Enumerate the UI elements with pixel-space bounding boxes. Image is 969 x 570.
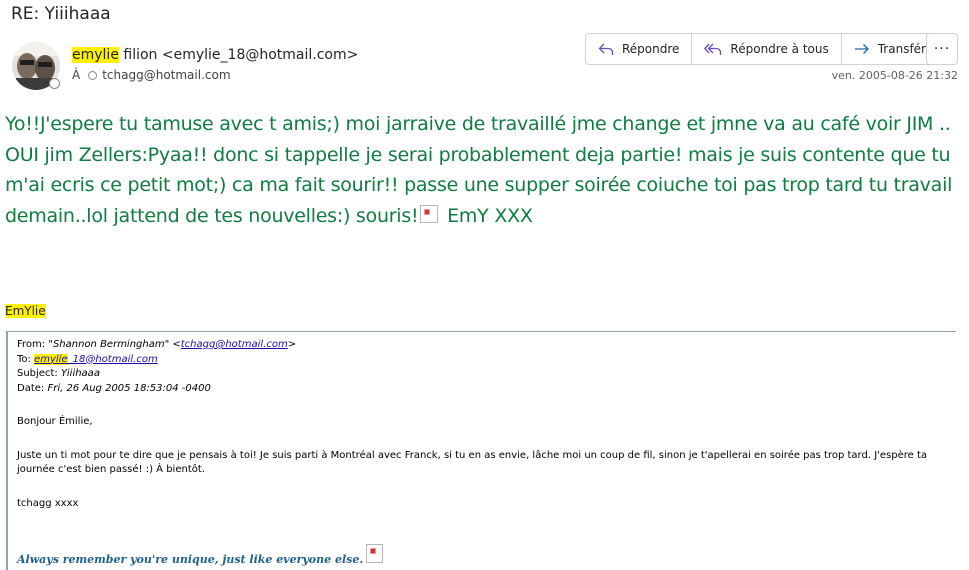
sender-first-name: emylie (72, 47, 119, 63)
reply-button[interactable]: Répondre (586, 34, 693, 64)
email-reading-pane: RE: Yiiihaaa emylie filion <emylie_18@ho… (0, 0, 969, 570)
quoted-date-value: Fri, 26 Aug 2005 18:53:04 -0400 (47, 382, 211, 394)
quoted-to-highlight: emylie (34, 353, 68, 365)
more-actions-button[interactable]: ··· (926, 33, 958, 65)
quoted-from-email-link[interactable]: tchagg@hotmail.com (181, 339, 288, 350)
reply-all-label: Répondre à tous (730, 42, 829, 56)
presence-indicator (49, 78, 60, 89)
quoted-date-row: Date: Fri, 26 Aug 2005 18:53:04 -0400 (17, 382, 952, 397)
quoted-to-rest: _18@hotmail.com (67, 353, 158, 365)
quoted-subject-row: Subject: Yiiihaaa (17, 367, 952, 382)
sender-line[interactable]: emylie filion <emylie_18@hotmail.com> (72, 47, 358, 63)
recipient-presence-icon (88, 70, 98, 80)
quoted-from-name: "Shannon Bermingham" < (48, 339, 181, 350)
quoted-motto: Always remember you're unique, just like… (17, 553, 364, 566)
quoted-greeting: Bonjour Émilie, (17, 416, 93, 427)
broken-image-icon (420, 204, 439, 223)
quoted-to-email-link[interactable]: emylie_18@hotmail.com (34, 353, 158, 365)
quoted-from-label: From: (17, 339, 46, 350)
recipient-address[interactable]: tchagg@hotmail.com (102, 68, 230, 82)
message-body: Yo!!J'espere tu tamuse avec t amis;) moi… (5, 109, 960, 231)
to-label: À (72, 68, 81, 82)
body-closing: EmY XXX (447, 204, 533, 227)
message-actions: Répondre Répondre à tous Transférer (585, 33, 952, 65)
quoted-message: From: "Shannon Bermingham" <tchagg@hotma… (6, 331, 956, 570)
forward-icon (854, 44, 869, 54)
reply-all-icon (704, 43, 722, 55)
reply-icon (598, 43, 614, 55)
quoted-from-row: From: "Shannon Bermingham" <tchagg@hotma… (17, 338, 952, 353)
received-date: ven. 2005-08-26 21:32 (831, 69, 958, 82)
signature: EmYlie (5, 304, 46, 318)
quoted-subject-label: Subject: (17, 368, 58, 379)
recipient-row: À tchagg@hotmail.com (72, 68, 231, 82)
quoted-to-label: To: (17, 353, 31, 365)
broken-image-icon (366, 544, 384, 563)
quoted-date-label: Date: (17, 382, 45, 394)
quoted-subject-value: Yiiihaaa (60, 368, 100, 379)
quoted-message-text: Juste un ti mot pour te dire que je pens… (17, 449, 928, 476)
quoted-motto-row: Always remember you're unique, just like… (17, 544, 952, 569)
quoted-from-end: > (287, 339, 297, 350)
email-subject: RE: Yiiihaaa (11, 4, 111, 24)
sender-name-email: filion <emylie_18@hotmail.com> (118, 47, 359, 63)
more-icon: ··· (933, 41, 951, 57)
reply-label: Répondre (622, 42, 680, 56)
quoted-to-row: To: emylie_18@hotmail.com (17, 353, 952, 368)
quoted-sign: tchagg xxxx (17, 497, 79, 509)
reply-all-button[interactable]: Répondre à tous (692, 34, 842, 64)
